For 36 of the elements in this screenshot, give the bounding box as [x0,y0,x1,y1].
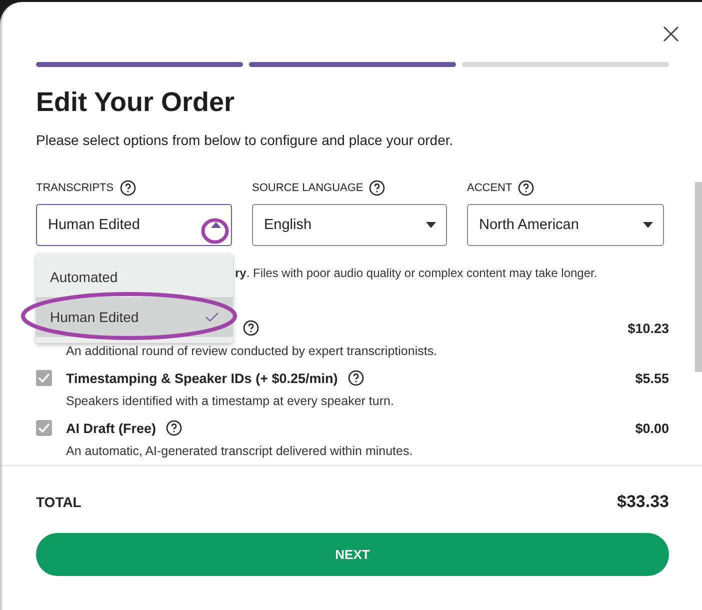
scrollbar-thumb[interactable] [695,182,702,372]
help-icon[interactable] [348,370,364,386]
help-icon[interactable] [166,420,182,436]
help-icon[interactable] [369,180,386,196]
dropdown-option[interactable]: Automated [36,257,233,297]
total-value: $33.33 [617,492,669,512]
select-field[interactable]: North American [467,204,664,246]
dialog-title: Edit Your Order [36,87,236,118]
select-field[interactable]: English [252,204,447,246]
help-icon[interactable] [518,180,534,196]
caret-down-icon [426,222,436,228]
select-field[interactable]: Human Edited [36,204,232,246]
help-icon[interactable] [120,180,136,196]
caret-down-icon [643,222,653,228]
dialog-subtitle: Please select options from below to configure and place your order. [36,132,454,148]
addon-description: An additional round of review conducted by expert transcriptionists. [66,344,438,358]
close-icon[interactable] [663,26,679,42]
addon-description: Speakers identified with a timestamp at every speaker turn. [66,394,395,408]
addon-price: $0.00 [635,420,669,436]
field-label: ACCENT [467,182,512,194]
field-label: SOURCE LANGUAGE [252,182,364,194]
addon-description: An automatic, AI-generated transcript delivered within minutes. [66,444,414,458]
checkbox[interactable] [36,420,52,436]
total-label: TOTAL [36,494,82,510]
checkbox[interactable] [36,370,52,386]
notice-text: ry. Files with poor audio quality or complex content may take longer. [235,266,598,280]
caret-up-icon [211,222,221,228]
check-icon [205,312,219,322]
addon-title: AI Draft (Free) [66,420,156,436]
addon-price: $5.55 [635,370,669,386]
help-icon[interactable] [243,320,259,336]
annotation-ellipse [201,218,229,244]
addon-price: $10.23 [628,320,669,336]
addon-title: Timestamping & Speaker IDs (+ $0.25/min) [66,370,338,386]
field-label: TRANSCRIPTS [36,182,114,194]
next-button[interactable]: NEXT [36,533,669,576]
